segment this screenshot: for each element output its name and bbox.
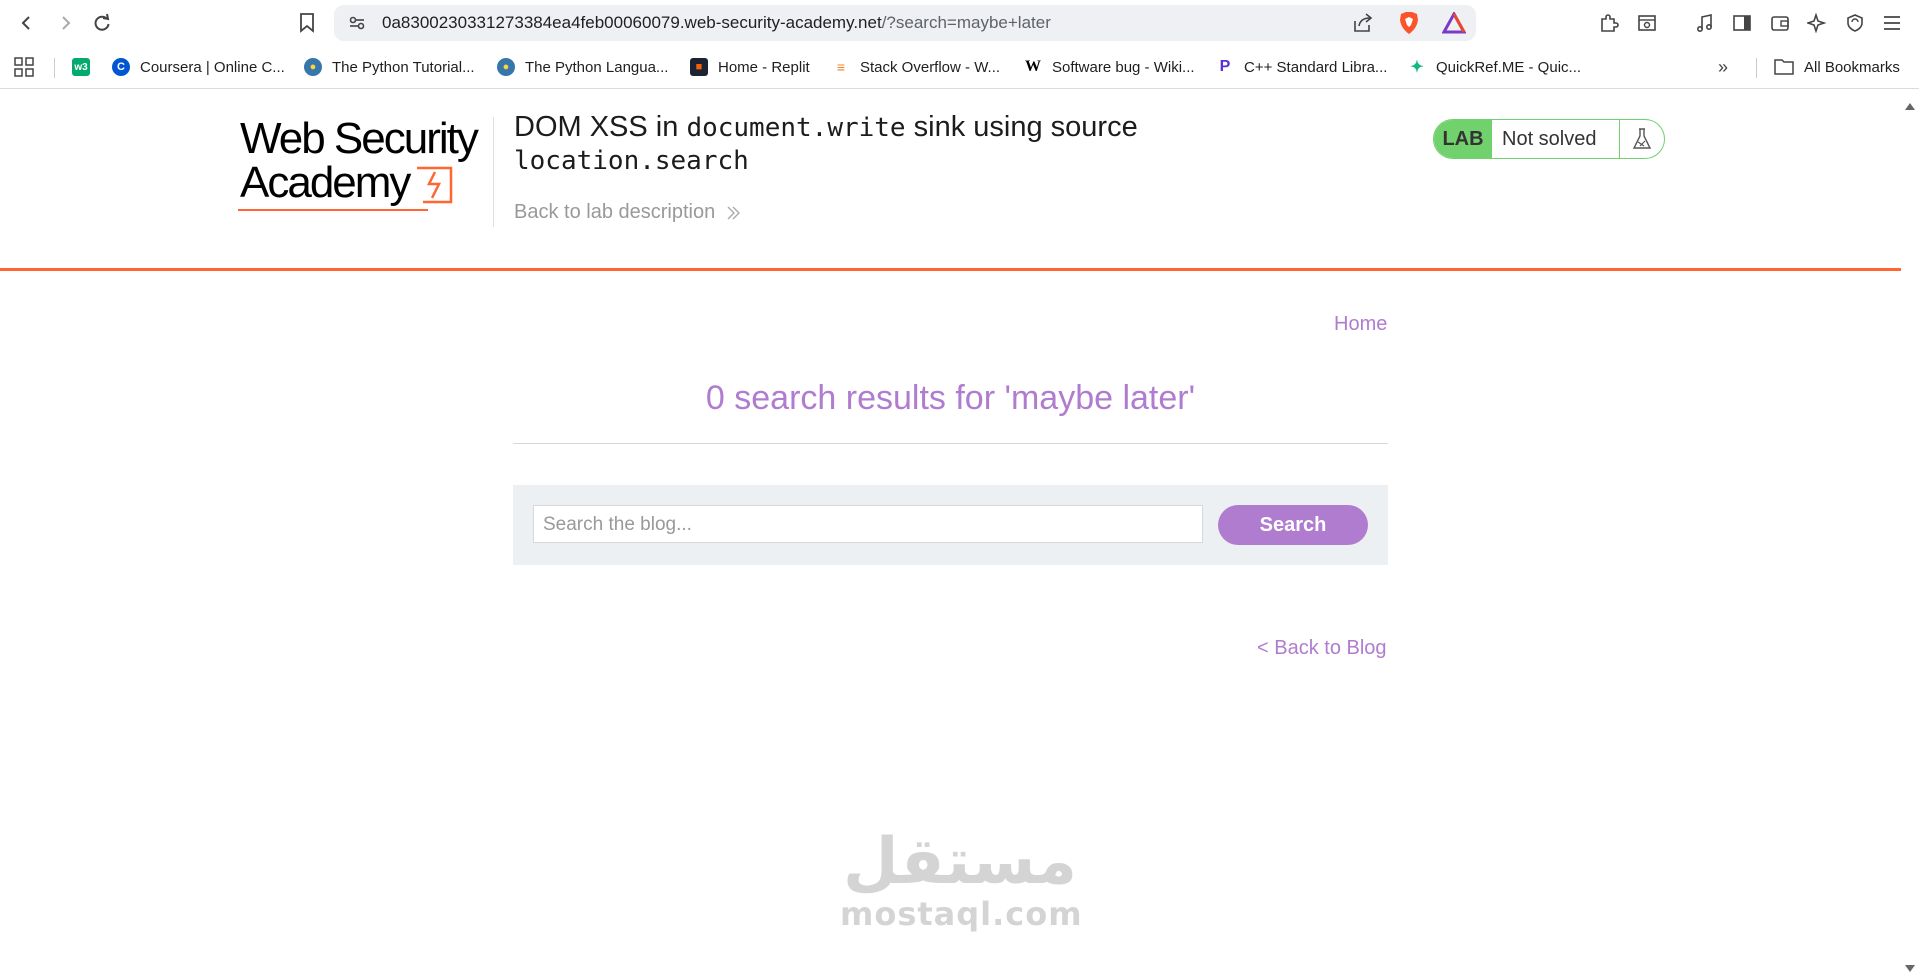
- scroll-down-icon[interactable]: [1905, 965, 1915, 972]
- bookmark-label: The Python Tutorial...: [332, 58, 475, 76]
- coursera-icon: C: [112, 58, 130, 76]
- replit-icon: ■: [690, 58, 708, 76]
- bookmark-quickref[interactable]: ✦ QuickRef.ME - Quic...: [1408, 54, 1581, 80]
- results-divider: [513, 443, 1388, 444]
- back-to-lab-link[interactable]: Back to lab description: [514, 201, 741, 224]
- w3schools-icon: w3: [72, 58, 90, 76]
- lab-title-code-1: document.write: [686, 113, 906, 143]
- bookmark-label: Home - Replit: [718, 58, 810, 76]
- watermark-latin: mostaql.com: [840, 895, 1083, 933]
- bookmark-python-language[interactable]: ● The Python Langua...: [497, 54, 668, 80]
- bookmark-wikipedia[interactable]: W Software bug - Wiki...: [1024, 54, 1195, 80]
- lab-title-text-1: DOM XSS in: [514, 111, 687, 143]
- home-link[interactable]: Home: [1334, 313, 1387, 336]
- bookmark-replit[interactable]: ■ Home - Replit: [690, 54, 810, 80]
- double-chevron-right-icon: [725, 205, 741, 221]
- bookmark-label: QuickRef.ME - Quic...: [1436, 58, 1582, 76]
- header-divider: [493, 117, 494, 227]
- bookmark-python-tutorial[interactable]: ● The Python Tutorial...: [304, 54, 475, 80]
- flask-icon: [1619, 120, 1664, 158]
- page-scrollbar[interactable]: [1901, 89, 1919, 978]
- lab-label: LAB: [1434, 120, 1492, 158]
- mostaql-watermark: مستقل mostaql.com: [840, 825, 1083, 933]
- browser-toolbar: 0a8300230331273384ea4feb00060079.web-sec…: [0, 0, 1919, 46]
- logo-line-2: Academy: [240, 158, 411, 207]
- bookmark-label: The Python Langua...: [525, 58, 669, 76]
- lab-status-text: Not solved: [1502, 127, 1597, 150]
- back-to-blog-link[interactable]: < Back to Blog: [1257, 637, 1387, 660]
- bookmark-label: Stack Overflow - W...: [860, 58, 1001, 76]
- media-icon[interactable]: [1690, 8, 1720, 38]
- wallet-icon[interactable]: [1765, 8, 1795, 38]
- python-icon: ●: [304, 58, 322, 76]
- bookmark-w3schools[interactable]: w3: [72, 54, 100, 80]
- search-form: Search the blog... Search: [513, 485, 1388, 565]
- url-host: 0a8300230331273384ea4feb00060079.web-sec…: [382, 13, 882, 32]
- bookmarks-divider: [1756, 58, 1757, 78]
- web-security-academy-logo[interactable]: Web Security Academy: [238, 114, 490, 213]
- tab-search-icon[interactable]: [1632, 8, 1662, 38]
- lab-status-badge: LAB Not solved: [1433, 119, 1665, 159]
- forward-icon[interactable]: [50, 8, 80, 38]
- more-bookmarks-icon[interactable]: »: [1718, 54, 1728, 80]
- stackoverflow-icon: ≡: [832, 58, 850, 76]
- folder-icon: [1774, 58, 1794, 76]
- back-to-lab-label: Back to lab description: [514, 201, 716, 223]
- scroll-up-icon[interactable]: [1905, 103, 1915, 110]
- back-icon[interactable]: [12, 8, 42, 38]
- bookmarks-bar: w3 C Coursera | Online C... ● The Python…: [0, 46, 1919, 89]
- all-bookmarks-button[interactable]: All Bookmarks: [1774, 54, 1900, 80]
- header-separator: [0, 268, 1901, 271]
- logo-line-1: Web Security: [240, 114, 479, 163]
- reload-icon[interactable]: [87, 8, 117, 38]
- cpp-icon: P: [1216, 58, 1234, 76]
- all-bookmarks-label: All Bookmarks: [1804, 58, 1900, 76]
- apps-icon[interactable]: [14, 54, 34, 80]
- leo-ai-icon[interactable]: [1802, 8, 1832, 38]
- lab-title-text-2: sink using source: [905, 111, 1138, 143]
- page-content: Web Security Academy DOM XSS in document…: [0, 89, 1901, 978]
- bookmark-label: Software bug - Wiki...: [1052, 58, 1195, 76]
- bookmark-coursera[interactable]: C Coursera | Online C...: [112, 54, 285, 80]
- logo-underline: [238, 209, 428, 211]
- sidebar-icon[interactable]: [1727, 8, 1757, 38]
- wikipedia-icon: W: [1024, 58, 1042, 76]
- brave-rewards-icon[interactable]: [1441, 10, 1467, 39]
- logo-bolt-icon: [415, 162, 453, 204]
- extensions-icon[interactable]: [1594, 8, 1624, 38]
- quickref-icon: ✦: [1408, 58, 1426, 76]
- python-icon: ●: [497, 58, 515, 76]
- bookmark-label: C++ Standard Libra...: [1244, 58, 1388, 76]
- search-results-heading: 0 search results for 'maybe later': [705, 379, 1196, 417]
- url-text: 0a8300230331273384ea4feb00060079.web-sec…: [382, 5, 1051, 41]
- bookmark-stackoverflow[interactable]: ≡ Stack Overflow - W...: [832, 54, 1000, 80]
- menu-icon[interactable]: [1877, 8, 1907, 38]
- lab-title-code-2: location.search: [514, 146, 749, 176]
- search-input[interactable]: Search the blog...: [533, 505, 1203, 543]
- brave-shields-icon[interactable]: [1398, 11, 1420, 40]
- url-path: /?search=maybe+later: [881, 13, 1051, 32]
- bookmark-label: Coursera | Online C...: [140, 58, 285, 76]
- address-bar[interactable]: 0a8300230331273384ea4feb00060079.web-sec…: [334, 5, 1476, 41]
- bookmark-cpp[interactable]: P C++ Standard Libra...: [1216, 54, 1387, 80]
- vpn-icon[interactable]: [1840, 8, 1870, 38]
- share-icon[interactable]: [1352, 13, 1374, 38]
- bookmarks-divider: [54, 58, 55, 78]
- site-settings-icon[interactable]: [348, 14, 366, 37]
- watermark-arabic: مستقل: [842, 825, 1078, 899]
- bookmark-icon[interactable]: [292, 8, 322, 38]
- search-button[interactable]: Search: [1218, 505, 1368, 545]
- lab-title: DOM XSS in document.write sink using sou…: [514, 111, 1138, 177]
- logo-line-2-row: Academy: [240, 161, 490, 205]
